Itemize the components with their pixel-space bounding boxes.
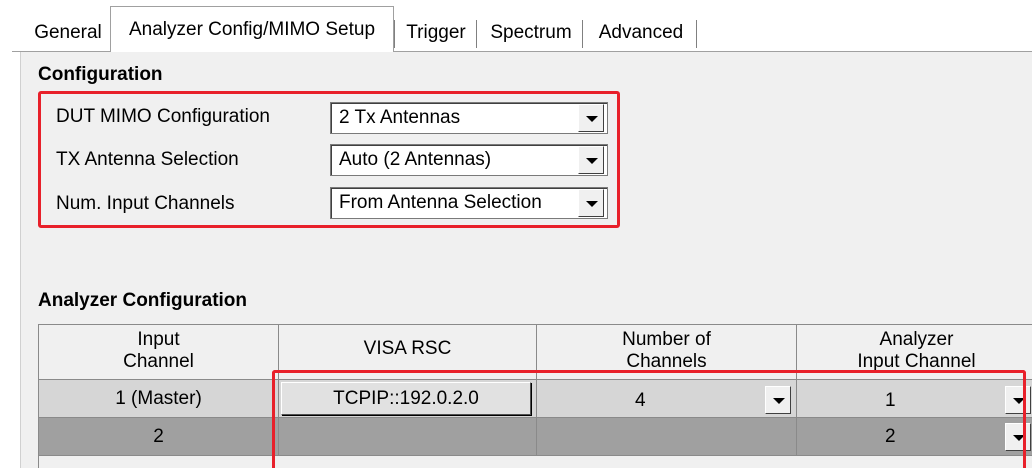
tab-general[interactable]: General xyxy=(20,16,116,50)
analyzer-config-grid: Input Channel VISA RSC Number of Channel… xyxy=(38,324,1032,468)
tx-antenna-selection-label: TX Antenna Selection xyxy=(56,149,239,170)
dropdown-button[interactable] xyxy=(1005,423,1031,451)
table-cell-visa-rsc xyxy=(279,418,537,456)
tab-label: Analyzer Config/MIMO Setup xyxy=(128,19,376,40)
column-header-line: VISA RSC xyxy=(363,338,452,359)
dropdown-button[interactable] xyxy=(578,189,604,217)
dropdown-button[interactable] xyxy=(765,386,791,414)
table-cell-number-of-channels[interactable]: 4 xyxy=(537,380,797,418)
visa-rsc-button[interactable]: TCPIP::192.0.2.0 xyxy=(281,382,531,415)
tab-separator xyxy=(696,20,698,48)
column-header-visa-rsc: VISA RSC xyxy=(279,325,537,380)
column-header-line: Number of xyxy=(622,329,711,350)
cell-value: 1 (Master) xyxy=(115,388,202,409)
tab-trigger[interactable]: Trigger xyxy=(394,16,478,50)
dropdown-button[interactable] xyxy=(578,146,604,174)
tab-analyzer-config[interactable]: Analyzer Config/MIMO Setup xyxy=(110,6,394,52)
chevron-down-icon xyxy=(586,201,598,207)
dut-mimo-configuration-select[interactable]: 2 Tx Antennas xyxy=(330,102,608,134)
column-header-line: Analyzer xyxy=(879,329,954,350)
tab-label: Trigger xyxy=(406,22,466,43)
dut-mimo-configuration-value: 2 Tx Antennas xyxy=(339,107,461,128)
chevron-down-icon xyxy=(773,398,785,404)
column-header-number-of-channels: Number of Channels xyxy=(537,325,797,380)
visa-rsc-value: TCPIP::192.0.2.0 xyxy=(333,388,479,409)
table-cell-visa-rsc: TCPIP::192.0.2.0 xyxy=(279,380,537,418)
analyzer-configuration-title: Analyzer Configuration xyxy=(38,290,248,311)
tab-spectrum[interactable]: Spectrum xyxy=(478,16,584,50)
tx-antenna-selection-select[interactable]: Auto (2 Antennas) xyxy=(330,144,608,176)
tab-separator xyxy=(394,20,396,48)
column-header-input-channel: Input Channel xyxy=(39,325,279,380)
table-cell-analyzer-input-channel[interactable]: 1 xyxy=(797,380,1032,418)
column-header-analyzer-input-channel: Analyzer Input Channel xyxy=(797,325,1032,380)
table-cell-input-channel: 2 xyxy=(39,418,279,456)
chevron-down-icon xyxy=(586,116,598,122)
tx-antenna-selection-value: Auto (2 Antennas) xyxy=(339,149,492,170)
table-cell-input-channel: 1 (Master) xyxy=(39,380,279,418)
table-cell-analyzer-input-channel[interactable]: 2 xyxy=(797,418,1032,456)
table-cell-number-of-channels xyxy=(537,418,797,456)
configuration-title: Configuration xyxy=(38,64,163,85)
cell-value: 2 xyxy=(153,426,164,447)
column-header-line: Channel xyxy=(123,351,194,372)
chevron-down-icon xyxy=(1013,435,1025,441)
analyzer-input-channel-value: 2 xyxy=(885,426,896,447)
tab-label: Advanced xyxy=(598,22,684,43)
dropdown-button[interactable] xyxy=(578,104,604,132)
tab-label: Spectrum xyxy=(490,22,572,43)
tab-advanced[interactable]: Advanced xyxy=(584,16,698,50)
dropdown-button[interactable] xyxy=(1005,386,1031,414)
number-of-channels-value: 4 xyxy=(635,390,646,411)
column-header-line: Input Channel xyxy=(857,351,976,372)
chevron-down-icon xyxy=(586,158,598,164)
num-input-channels-value: From Antenna Selection xyxy=(339,192,542,213)
num-input-channels-label: Num. Input Channels xyxy=(56,193,235,214)
tab-label: General xyxy=(34,22,102,43)
chevron-down-icon xyxy=(1013,398,1025,404)
column-header-line: Channels xyxy=(626,351,707,372)
dut-mimo-configuration-label: DUT MIMO Configuration xyxy=(56,106,270,127)
num-input-channels-select[interactable]: From Antenna Selection xyxy=(330,187,608,219)
column-header-line: Input xyxy=(137,329,180,350)
analyzer-input-channel-value: 1 xyxy=(885,390,896,411)
window: General Analyzer Config/MIMO Setup Trigg… xyxy=(0,0,1032,468)
